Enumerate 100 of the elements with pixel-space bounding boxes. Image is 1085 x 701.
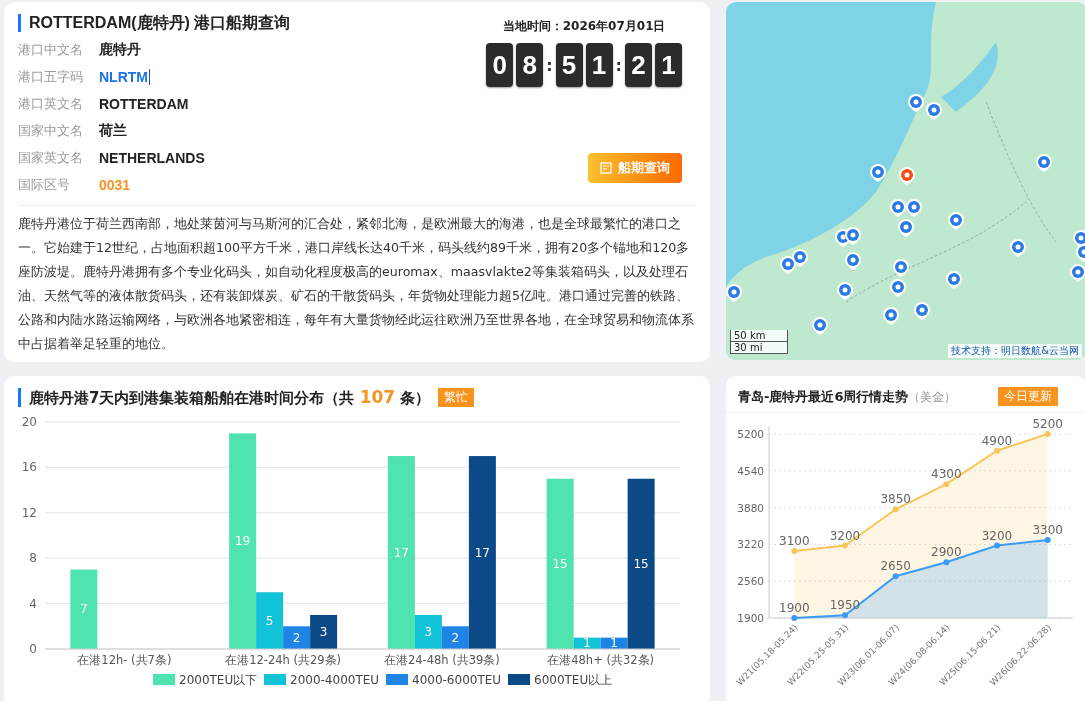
field-value[interactable]: NLRTM	[99, 69, 150, 85]
data-point	[994, 542, 1000, 549]
map-pin-icon[interactable]	[1036, 154, 1052, 172]
map-pin-icon[interactable]	[926, 102, 942, 120]
axis-label: 4	[29, 596, 37, 611]
map-drawing[interactable]	[726, 2, 1085, 360]
map-attribution: 技术支持：明日数航&云当网	[948, 344, 1082, 358]
map-pin-icon[interactable]	[812, 317, 828, 335]
legend-label: 2000TEU以下	[179, 673, 258, 687]
data-point	[791, 548, 798, 555]
data-point	[842, 542, 848, 549]
map-pin-icon[interactable]	[890, 199, 906, 217]
bar-value: 15	[552, 556, 568, 571]
map-scale: 30 mi	[730, 342, 788, 354]
data-label: 1900	[779, 601, 810, 615]
data-label: 3100	[779, 534, 810, 549]
bar-value: 15	[633, 556, 649, 571]
data-point	[892, 573, 899, 580]
map-pin-icon[interactable]	[948, 212, 964, 230]
map-pin-icon[interactable]	[890, 279, 906, 297]
axis-label: 16	[21, 460, 37, 475]
data-label: 3200	[829, 528, 861, 543]
map-pin-icon[interactable]	[893, 259, 909, 277]
port-description: 鹿特丹港位于荷兰西南部，地处莱茵河与马斯河的汇合处，紧邻北海，是欧洲最大的海港，也是全球最繁忙的港口之一。它始建于12世纪，占地面积超100平方千米，港口岸线长达40千米，码头线约89千米，拥有20多个锚地和120多座防波堤。鹿特丹港拥有多个专业化码头，如自动化程度极高的euromax、maasvlakte2等集装箱码头，以及处理石油、天然气等的液体散货码头，还有装卸煤炭、矿石的干散货码头，年货物处理能力超5亿吨。港口通过完善的铁路、公路和内陆水路运输网络，与欧洲各地紧密相连，每年有大量货物经此运往欧洲乃至世界各地，在全球贸易和物流体系中占据着举足轻重的地位。	[18, 205, 696, 356]
data-point	[791, 615, 798, 621]
map-pin-icon[interactable]	[837, 282, 853, 300]
map-pin-icon[interactable]	[726, 284, 742, 302]
map-pin-icon[interactable]	[914, 302, 930, 320]
map-pin-icon[interactable]	[1070, 264, 1085, 282]
legend-label: 2000-4000TEU	[290, 673, 380, 687]
chart-title: 鹿特丹港7天内到港集装箱船舶在港时间分布（共 107 条）	[18, 388, 431, 407]
field-label: 国家中文名	[18, 122, 84, 140]
calendar-icon	[600, 162, 612, 174]
map-scale: 50 km	[730, 330, 788, 342]
data-label: 3300	[1032, 522, 1063, 537]
field-value: 0031	[99, 177, 131, 193]
axis-label: 8	[29, 551, 37, 566]
port-title: ROTTERDAM(鹿特丹) 港口船期查询	[18, 14, 291, 32]
data-point	[842, 612, 848, 619]
field-label: 港口中文名	[18, 41, 84, 59]
data-label: 4900	[981, 433, 1013, 448]
schedule-search-button[interactable]: 船期查询	[588, 153, 682, 183]
data-point	[1044, 536, 1051, 543]
bar-value: 2	[292, 630, 301, 645]
field-label: 港口英文名	[18, 95, 84, 113]
axis-label: 5200	[737, 428, 764, 440]
clock-digit: 1	[655, 43, 682, 87]
data-point	[1044, 431, 1051, 437]
data-label: 3850	[880, 492, 911, 507]
axis-label: 在港12-24h (共29条)	[225, 653, 342, 667]
map-pin-icon[interactable]	[899, 167, 915, 185]
axis-label: 1900	[737, 612, 764, 624]
data-label: 3200	[981, 528, 1013, 543]
axis-label: 在港12h- (共7条)	[77, 653, 172, 667]
clock-separator: :	[546, 55, 553, 75]
map-pin-icon[interactable]	[1010, 239, 1026, 257]
clock-digit: 8	[516, 43, 544, 87]
axis-label: 0	[29, 642, 37, 656]
data-point	[892, 506, 899, 513]
data-label: 2900	[931, 545, 962, 560]
bar-value: 17	[393, 545, 409, 560]
axis-label: 在港24-48h (共39条)	[383, 653, 500, 667]
axis-label: 3220	[737, 538, 764, 551]
field-label: 港口五字码	[18, 68, 84, 86]
clock-separator: :	[615, 55, 622, 75]
bar-value: 3	[424, 624, 433, 639]
map-pin-icon[interactable]	[906, 199, 922, 217]
map-pin-icon[interactable]	[1076, 244, 1085, 262]
axis-label: 3880	[737, 501, 764, 514]
map-pin-icon[interactable]	[870, 164, 886, 182]
bar-value: 17	[474, 545, 490, 560]
map-pin-icon[interactable]	[780, 256, 796, 274]
bar-value: 2	[451, 630, 460, 645]
bar-value: 7	[80, 602, 88, 617]
axis-label: 12	[21, 505, 37, 520]
bar-value: 3	[319, 624, 328, 639]
bar-value: 1	[583, 636, 591, 651]
map-pin-icon[interactable]	[898, 219, 914, 237]
field-value: ROTTERDAM	[99, 96, 189, 112]
unit-label: （美金）	[908, 390, 957, 404]
field-value: NETHERLANDS	[99, 150, 205, 166]
axis-label: 2560	[737, 575, 764, 588]
map-pin-icon[interactable]	[946, 271, 962, 289]
bar-value: 19	[235, 534, 251, 549]
data-point	[994, 447, 1000, 454]
map-pin-icon[interactable]	[883, 307, 899, 325]
field-value: 鹿特丹	[99, 41, 141, 59]
map-pin-icon[interactable]	[845, 227, 861, 245]
data-label: 2650	[880, 559, 911, 574]
legend-label: 6000TEU以上	[534, 673, 613, 687]
data-label: 1950	[829, 598, 861, 613]
map-pin-icon[interactable]	[908, 94, 924, 112]
data-point	[943, 559, 950, 566]
field-value: 荷兰	[99, 122, 127, 140]
local-date: 当地时间：2026年07月01日	[502, 18, 666, 35]
clock-digit: 2	[625, 43, 652, 87]
data-point	[943, 481, 950, 488]
data-label: 5200	[1032, 417, 1063, 431]
map-pin-icon[interactable]	[845, 252, 861, 270]
clock-digit: 1	[585, 43, 613, 87]
